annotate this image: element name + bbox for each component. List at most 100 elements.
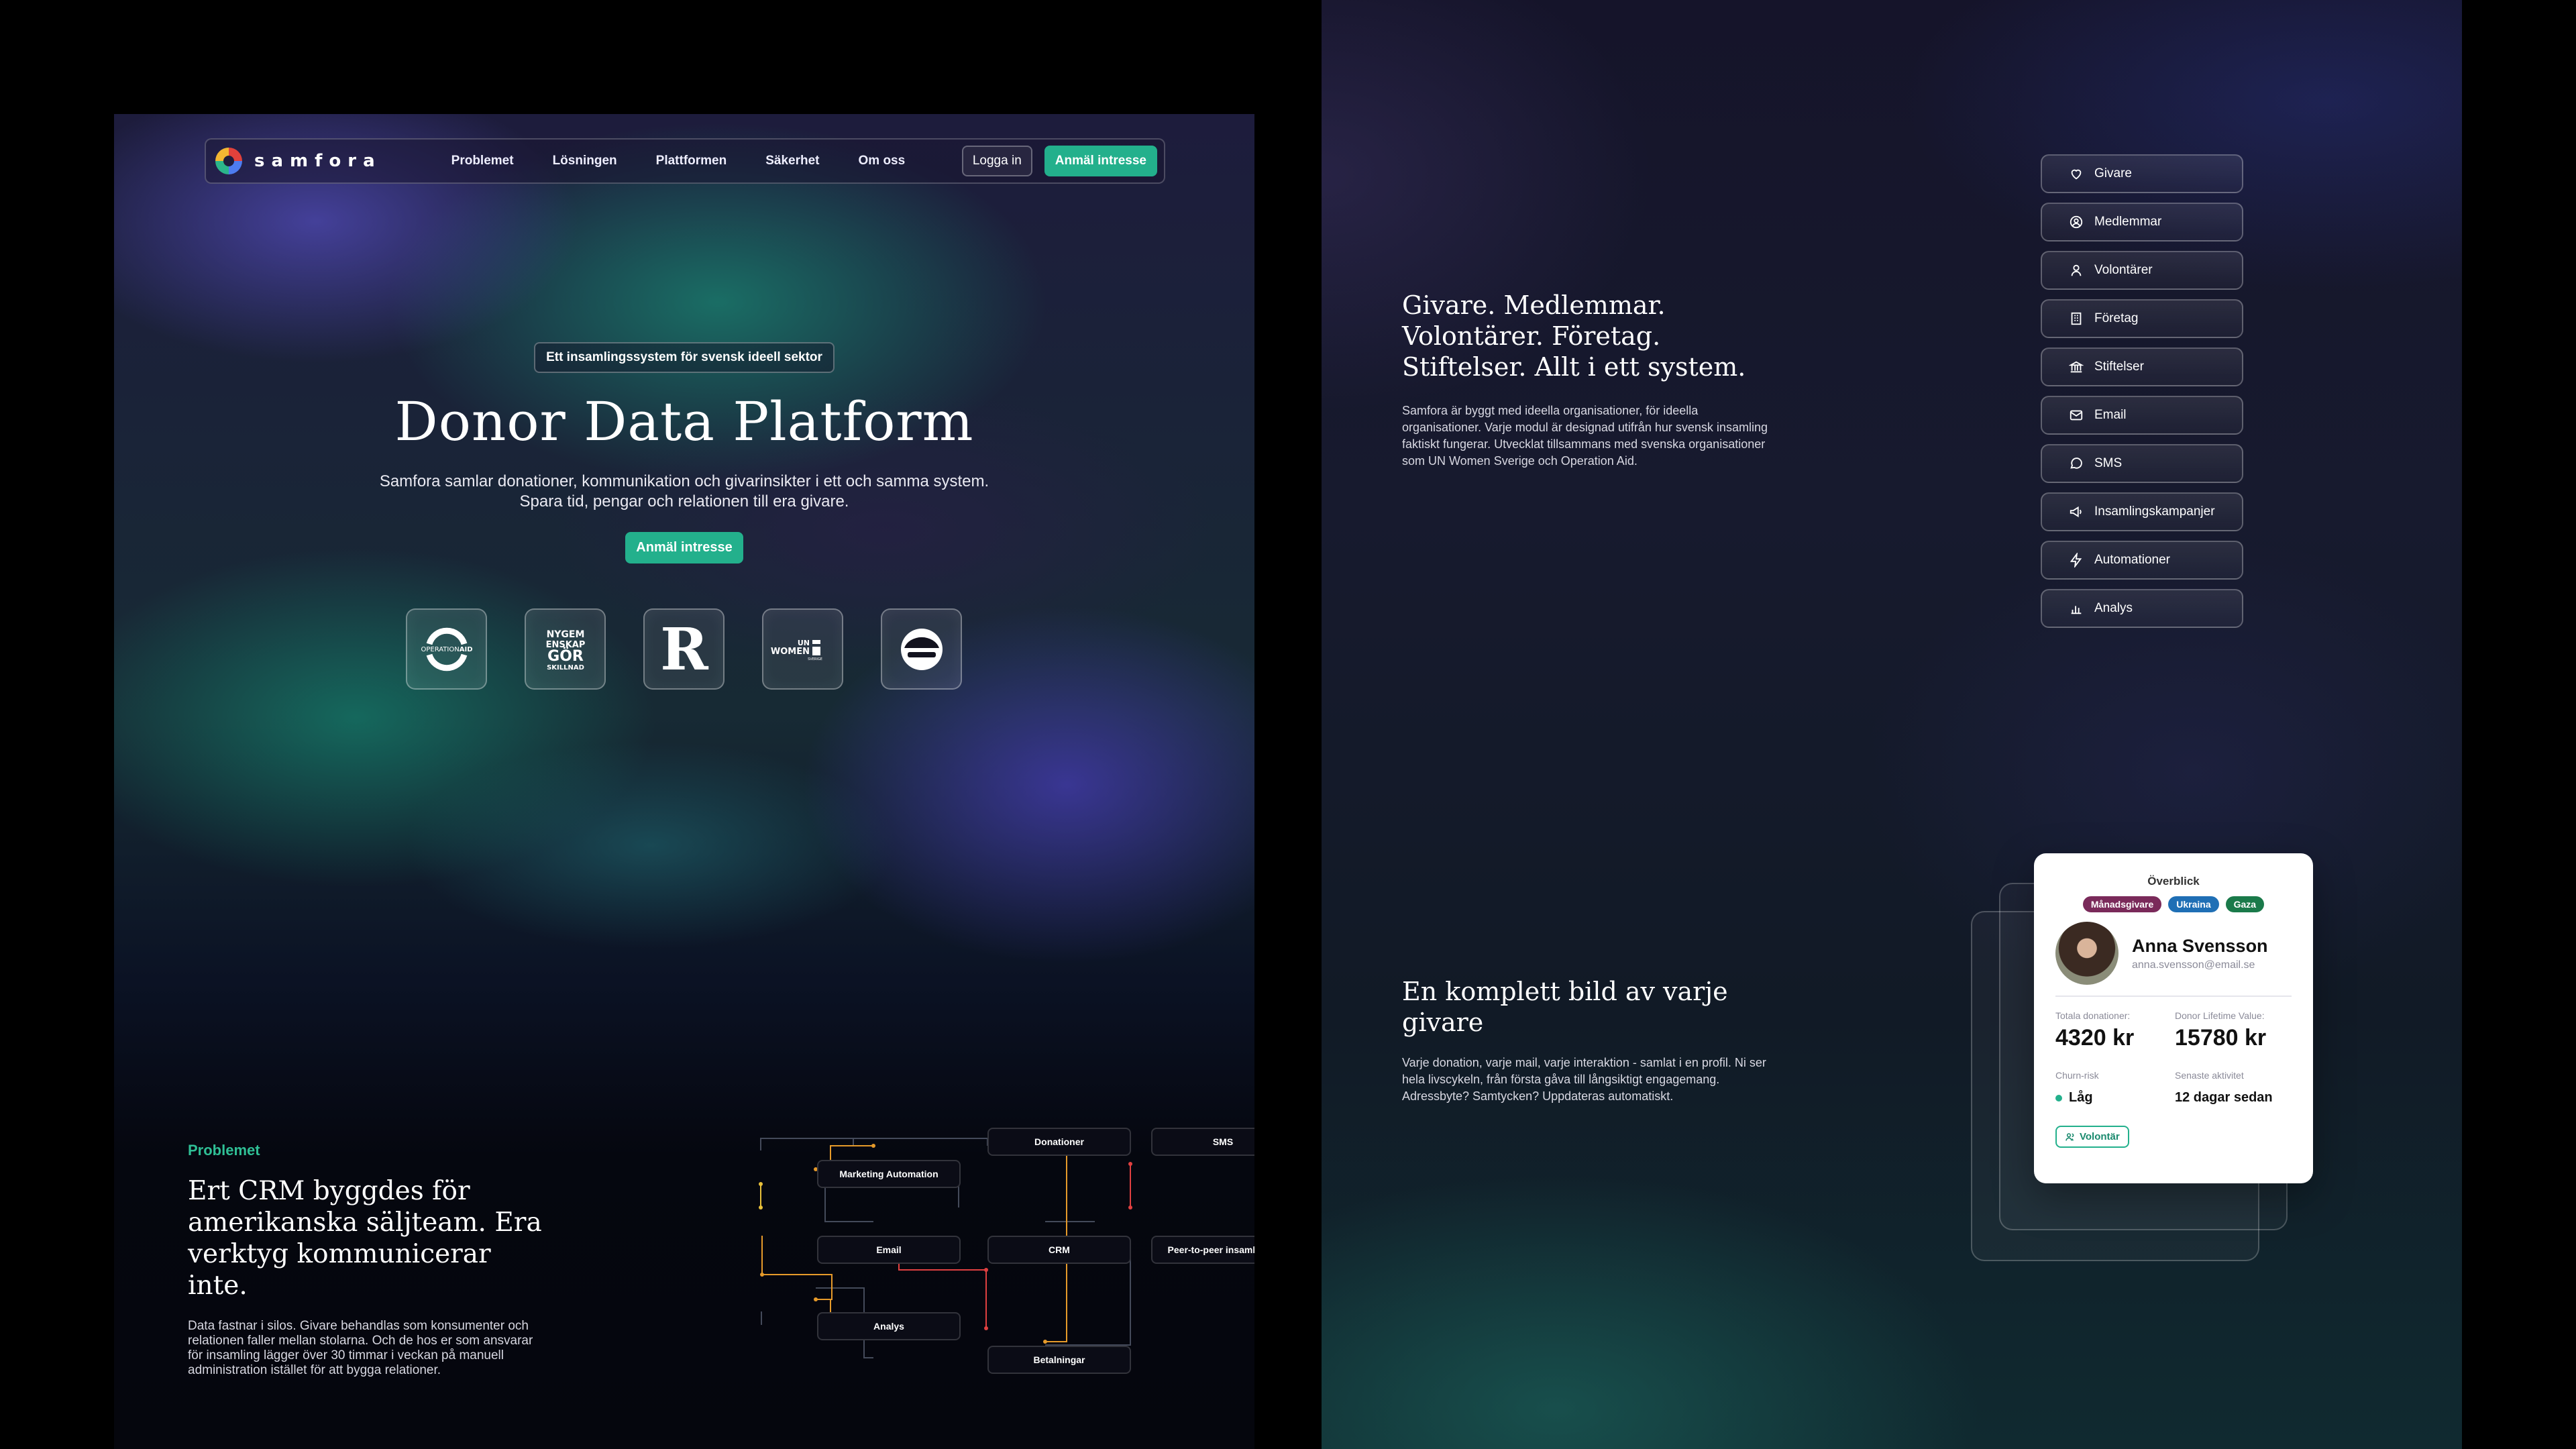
- donor-profile-card[interactable]: Överblick Månadsgivare Ukraina Gaza Anna…: [2034, 853, 2313, 1183]
- nav-link-losningen[interactable]: Lösningen: [553, 154, 617, 168]
- module-label: Email: [2094, 408, 2127, 422]
- stat-label: Churn-risk: [2055, 1070, 2099, 1081]
- nav-link-plattformen[interactable]: Plattformen: [656, 154, 727, 168]
- avatar: [2055, 922, 2118, 985]
- module-label: SMS: [2094, 456, 2123, 470]
- module-givare[interactable]: Givare: [2041, 154, 2243, 193]
- logo-text: samfora: [254, 151, 382, 171]
- svg-text:WOMEN: WOMEN: [771, 647, 810, 657]
- flow-node-marketing-automation: Marketing Automation: [817, 1160, 961, 1188]
- module-automationer[interactable]: Automationer: [2041, 541, 2243, 580]
- profile-body: Varje donation, varje mail, varje intera…: [1402, 1056, 1766, 1103]
- user-circle-icon: [2070, 215, 2083, 229]
- module-analys[interactable]: Analys: [2041, 589, 2243, 628]
- tag-gaza: Gaza: [2225, 896, 2265, 912]
- flow-node-crm: CRM: [987, 1236, 1131, 1264]
- lightning-icon: [2070, 553, 2082, 568]
- hero-register-interest-button[interactable]: Anmäl intresse: [625, 532, 743, 564]
- stat-value-churn: Låg: [2055, 1090, 2175, 1106]
- module-label: Givare: [2094, 166, 2132, 180]
- operation-aid-logo-icon: OPERATIONAID: [421, 627, 472, 671]
- bank-icon: [2069, 361, 2084, 373]
- hero-subtitle: Samfora samlar donationer, kommunikation…: [114, 472, 1254, 512]
- flow-node-betalningar: Betalningar: [987, 1346, 1131, 1374]
- flow-node-donationer: Donationer: [987, 1128, 1131, 1156]
- flow-node-analys: Analys: [817, 1312, 961, 1340]
- hero-section: Ett insamlingssystem för svensk ideell s…: [114, 342, 1254, 564]
- profile-tags: Månadsgivare Ukraina Gaza: [2055, 896, 2292, 912]
- module-medlemmar[interactable]: Medlemmar: [2041, 203, 2243, 241]
- module-label: Stiftelser: [2094, 360, 2144, 374]
- module-volontarer[interactable]: Volontärer: [2041, 251, 2243, 290]
- r-logo-icon: R: [660, 617, 708, 682]
- module-label: Automationer: [2094, 553, 2171, 567]
- partner-logo-operation-aid: OPERATIONAID: [406, 608, 487, 690]
- module-foretag[interactable]: Företag: [2041, 299, 2243, 338]
- module-label: Volontärer: [2094, 263, 2153, 277]
- users-icon: [2065, 1132, 2074, 1140]
- status-dot-icon: [2055, 1094, 2062, 1102]
- flow-node-email: Email: [817, 1236, 961, 1264]
- bar-chart-icon: [2071, 606, 2082, 614]
- nav-actions: Logga in Anmäl intresse: [961, 146, 1157, 176]
- module-label: Insamlingskampanjer: [2094, 504, 2215, 519]
- partner-logo-emblem: [881, 608, 962, 690]
- hero-subtitle-line-1: Samfora samlar donationer, kommunikation…: [379, 472, 989, 490]
- samfora-logo[interactable]: samfora: [215, 148, 382, 174]
- partner-logos: OPERATIONAID NYGEM ENSKAP GÖR SKILLNAD R…: [406, 608, 962, 690]
- stat-value: 15780 kr: [2175, 1025, 2267, 1051]
- svg-text:R: R: [660, 617, 708, 682]
- stat-value: 4320 kr: [2055, 1025, 2135, 1051]
- partner-logo-r: R: [643, 608, 724, 690]
- modules-body: Samfora är byggt med ideella organisatio…: [1402, 404, 1768, 468]
- login-button[interactable]: Logga in: [961, 146, 1032, 176]
- user-icon: [2071, 264, 2082, 276]
- megaphone-icon: [2070, 506, 2082, 518]
- hero-title: Donor Data Platform: [394, 390, 974, 453]
- nav-link-sakerhet[interactable]: Säkerhet: [765, 154, 819, 168]
- role-badge: Volontär: [2055, 1126, 2129, 1148]
- svg-text:SVERIGE: SVERIGE: [808, 657, 822, 661]
- stat-value: 12 dagar sedan: [2175, 1090, 2273, 1105]
- features-panel: Givare. Medlemmar. Volontärer. Företag. …: [1322, 0, 2462, 1449]
- tag-ukraina: Ukraina: [2168, 896, 2219, 912]
- divider: [2055, 996, 2292, 997]
- stat-total-donations: Totala donationer: 4320 kr: [2055, 1010, 2175, 1051]
- problem-body: Data fastnar i silos. Givare behandlas s…: [188, 1319, 533, 1377]
- tag-manadsgivare: Månadsgivare: [2082, 896, 2162, 912]
- problem-title: Ert CRM byggdes för amerikanska säljteam…: [188, 1176, 542, 1301]
- flow-node-peer-to-peer: Peer-to-peer insamlingar: [1151, 1236, 1254, 1264]
- stat-churn-risk: Churn-risk Låg: [2055, 1070, 2175, 1106]
- problem-label: Problemet: [188, 1142, 260, 1159]
- nav-register-interest-button[interactable]: Anmäl intresse: [1044, 146, 1157, 176]
- stat-label: Senaste aktivitet: [2175, 1070, 2244, 1081]
- profile-card-title: Överblick: [2147, 875, 2200, 888]
- nav-link-om-oss[interactable]: Om oss: [859, 154, 906, 168]
- donor-name: Anna Svensson: [2132, 935, 2268, 956]
- partner-logo-nygemenskap: NYGEM ENSKAP GÖR SKILLNAD: [525, 608, 606, 690]
- profile-heading: En komplett bild av varje givare: [1402, 977, 1728, 1037]
- role-label: Volontär: [2080, 1131, 2120, 1142]
- profile-person: Anna Svensson anna.svensson@email.se: [2055, 922, 2292, 985]
- top-navbar: samfora Problemet Lösningen Plattformen …: [205, 138, 1165, 184]
- hero-subtitle-line-2: Spara tid, pengar och relationen till er…: [519, 492, 849, 511]
- module-insamlingskampanjer[interactable]: Insamlingskampanjer: [2041, 492, 2243, 531]
- flow-node-sms: SMS: [1151, 1128, 1254, 1156]
- chat-icon: [2070, 458, 2082, 469]
- stat-last-activity: Senaste aktivitet 12 dagar sedan: [2175, 1070, 2294, 1106]
- svg-text:SKILLNAD: SKILLNAD: [547, 664, 584, 672]
- module-label: Medlemmar: [2094, 215, 2162, 229]
- module-sms[interactable]: SMS: [2041, 444, 2243, 483]
- nav-link-problemet[interactable]: Problemet: [451, 154, 514, 168]
- nav-links: Problemet Lösningen Plattformen Säkerhet…: [451, 154, 906, 168]
- heart-icon: [2071, 169, 2082, 180]
- churn-value: Låg: [2069, 1090, 2093, 1105]
- svg-text:OPERATIONAID: OPERATIONAID: [421, 646, 472, 653]
- module-stiftelser[interactable]: Stiftelser: [2041, 347, 2243, 386]
- mail-icon: [2070, 410, 2083, 421]
- samfora-logo-icon: [215, 148, 242, 174]
- module-email[interactable]: Email: [2041, 396, 2243, 435]
- module-label: Företag: [2094, 311, 2139, 325]
- emblem-logo-icon: [900, 628, 943, 670]
- problem-section: Problemet Ert CRM byggdes för amerikansk…: [188, 1142, 550, 1378]
